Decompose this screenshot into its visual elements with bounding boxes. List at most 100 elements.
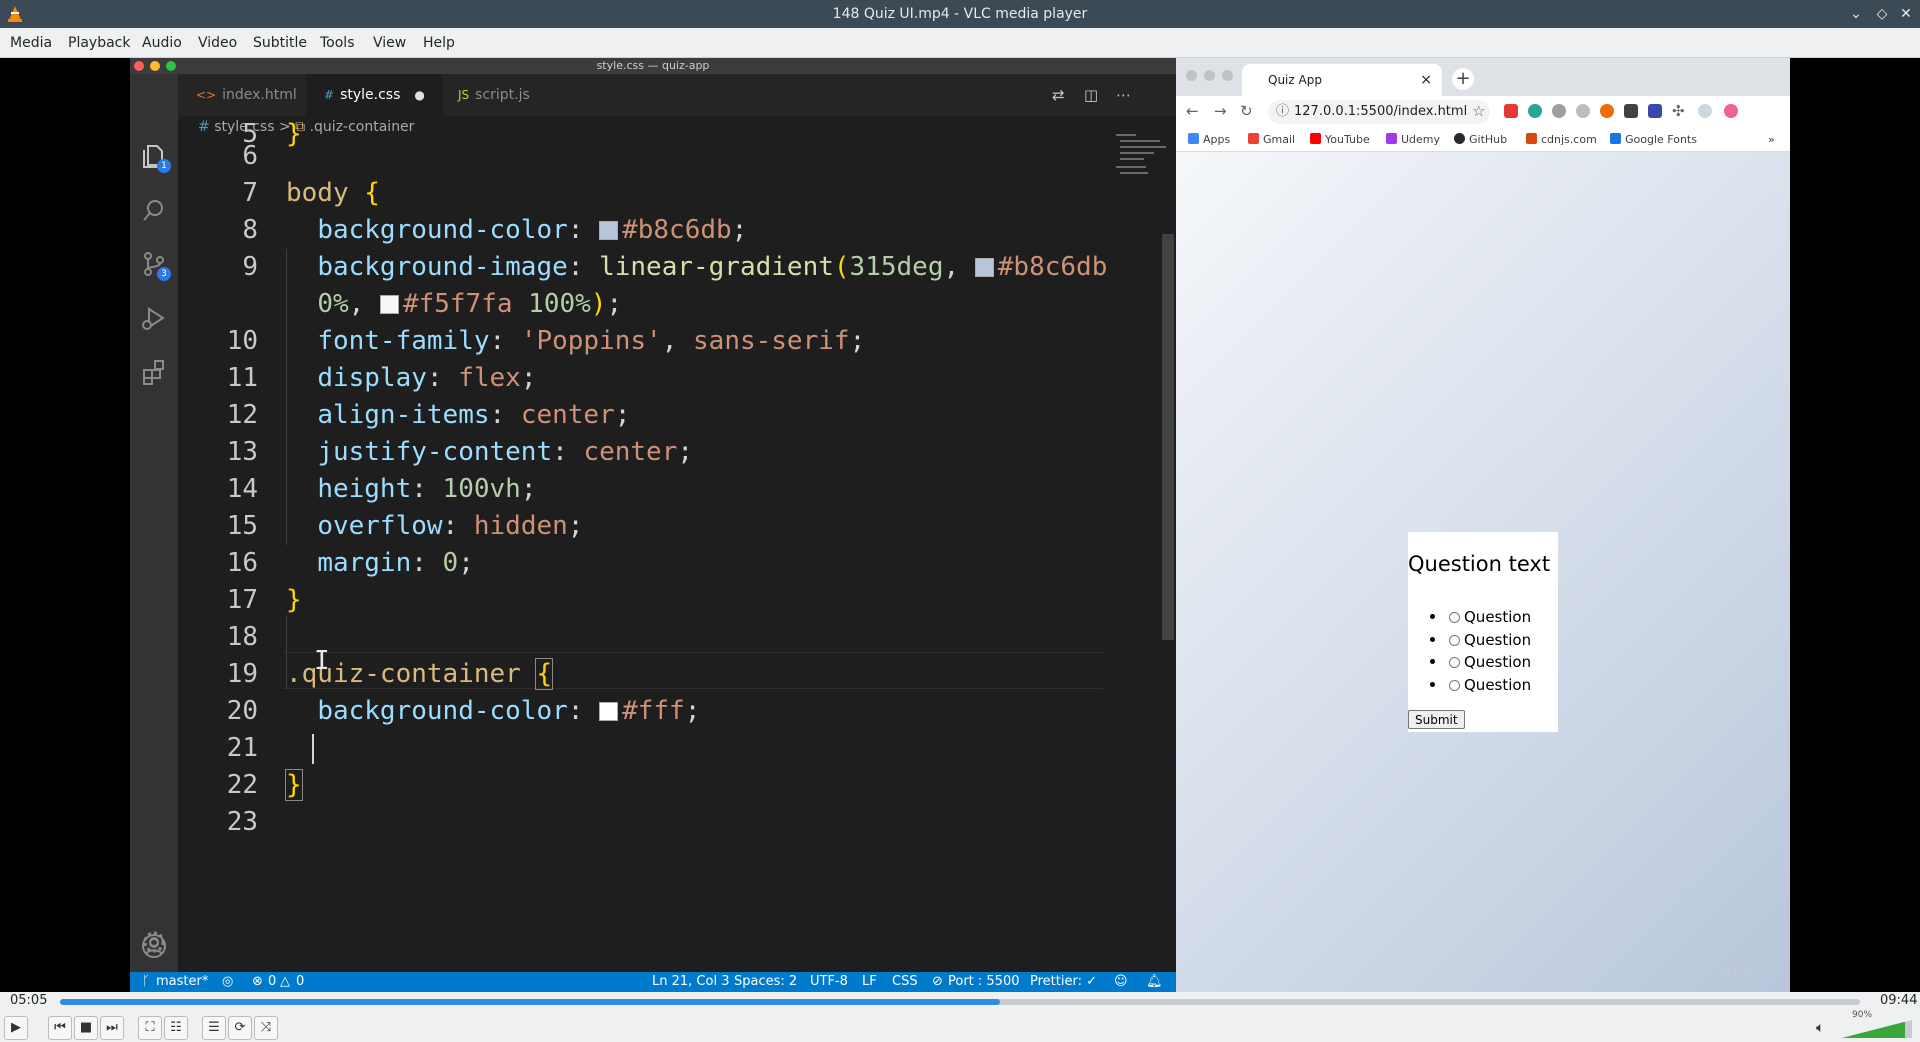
radio-button[interactable]	[1449, 634, 1460, 646]
menu-tools[interactable]: Tools	[320, 35, 355, 51]
menu-view[interactable]: View	[373, 35, 406, 51]
tab-style-css[interactable]: # style.css ●	[306, 74, 443, 116]
split-editor-icon[interactable]: ◫	[1084, 86, 1098, 104]
line-ending[interactable]: LF	[862, 972, 877, 992]
extension-icon[interactable]	[1648, 104, 1662, 118]
extensions-icon[interactable]	[140, 358, 168, 386]
feedback-icon[interactable]: ☺	[1114, 972, 1128, 992]
sync-icon[interactable]: ◎	[222, 972, 233, 992]
menu-subtitle[interactable]: Subtitle	[253, 35, 307, 51]
forward-icon[interactable]: →	[1214, 102, 1227, 120]
encoding[interactable]: UTF-8	[810, 972, 848, 992]
zoom-dot-icon[interactable]	[166, 61, 176, 71]
error-count[interactable]: 0	[268, 972, 276, 992]
close-dot-icon[interactable]	[1186, 70, 1197, 81]
play-icon[interactable]: ▶	[4, 1016, 28, 1040]
volume-slider[interactable]	[1842, 1020, 1912, 1038]
fullscreen-icon[interactable]: ⛶	[138, 1016, 162, 1040]
warning-count[interactable]: 0	[296, 972, 304, 992]
next-icon[interactable]: ⏭	[100, 1016, 124, 1040]
profile-avatar[interactable]	[1698, 104, 1712, 118]
submit-button[interactable]: Submit	[1408, 710, 1465, 729]
minimize-dot-icon[interactable]	[150, 61, 160, 71]
bookmark-cdnjs[interactable]: cdnjs.com	[1526, 128, 1597, 152]
bookmark-gmail[interactable]: Gmail	[1248, 128, 1295, 152]
search-icon[interactable]	[140, 196, 168, 224]
radio-button[interactable]	[1449, 657, 1460, 668]
tab-index-html[interactable]: <> index.html	[178, 74, 315, 116]
tab-script-js[interactable]: JS script.js	[440, 74, 548, 116]
bookmark-apps[interactable]: Apps	[1188, 128, 1230, 152]
shuffle-icon[interactable]: ⤨	[254, 1016, 278, 1040]
radio-button[interactable]	[1449, 679, 1460, 691]
extension-icon[interactable]	[1576, 104, 1590, 118]
breadcrumb-symbol[interactable]: .quiz-container	[310, 119, 415, 135]
notifications-icon[interactable]: 🔔︎	[1146, 972, 1163, 992]
puzzle-icon[interactable]: ✣	[1672, 102, 1685, 120]
bookmark-udemy[interactable]: Udemy	[1386, 128, 1440, 152]
restore-icon[interactable]: ◇	[1872, 4, 1892, 24]
menu-video[interactable]: Video	[198, 35, 237, 51]
code-editor[interactable]: 5} 6 7 body { 8 background-color: #b8c6db…	[178, 119, 1128, 976]
answer-item[interactable]: Question	[1430, 651, 1531, 674]
close-dot-icon[interactable]	[134, 61, 144, 71]
close-icon[interactable]: ✕	[1896, 4, 1916, 24]
color-swatch-icon[interactable]	[379, 295, 399, 314]
reload-icon[interactable]: ↻	[1240, 102, 1253, 120]
menu-playback[interactable]: Playback	[68, 35, 130, 51]
video-area[interactable]: style.css — quiz-app 1 3 <> index.html #…	[0, 58, 1920, 992]
menu-help[interactable]: Help	[423, 35, 455, 51]
editor-scrollbar[interactable]	[1162, 234, 1174, 640]
gear-icon[interactable]	[140, 928, 168, 956]
bookmark-google-fonts[interactable]: Google Fonts	[1610, 128, 1697, 152]
unsaved-dot-icon[interactable]: ●	[414, 88, 424, 102]
stop-icon[interactable]: ■	[74, 1016, 98, 1040]
branch-status[interactable]: master*	[156, 972, 208, 992]
live-server-port[interactable]: Port : 5500	[948, 972, 1020, 992]
bookmark-star-icon[interactable]: ☆	[1472, 102, 1485, 120]
address-bar[interactable]: ⓘ 127.0.0.1:5500/index.html	[1268, 100, 1490, 124]
indentation[interactable]: Spaces: 2	[734, 972, 797, 992]
extension-icon[interactable]	[1552, 104, 1566, 118]
total-time[interactable]: 09:44	[1880, 993, 1917, 1008]
color-swatch-icon[interactable]	[974, 258, 994, 277]
bookmark-youtube[interactable]: YouTube	[1310, 128, 1370, 152]
loop-icon[interactable]: ⟳	[228, 1016, 252, 1040]
extension-icon[interactable]	[1624, 104, 1638, 118]
bookmark-github[interactable]: GitHub	[1454, 128, 1507, 152]
source-control-icon[interactable]: 3	[140, 250, 171, 281]
minimize-icon[interactable]: ⌄	[1846, 4, 1866, 24]
back-icon[interactable]: ←	[1186, 102, 1199, 120]
extension-icon[interactable]	[1724, 104, 1738, 118]
answer-item[interactable]: Question	[1430, 629, 1531, 652]
elapsed-time[interactable]: 05:05	[10, 993, 47, 1008]
run-debug-icon[interactable]	[140, 304, 168, 332]
color-swatch-icon[interactable]	[599, 221, 619, 240]
more-bookmarks-icon[interactable]: »	[1768, 128, 1775, 152]
site-info-icon[interactable]: ⓘ	[1276, 100, 1289, 124]
answer-item[interactable]: Question	[1430, 606, 1531, 629]
previous-icon[interactable]: ⏮	[48, 1016, 72, 1040]
new-tab-button[interactable]: +	[1452, 68, 1474, 90]
extension-icon[interactable]	[1600, 104, 1614, 118]
extended-settings-icon[interactable]: ☷	[164, 1016, 188, 1040]
menu-media[interactable]: Media	[10, 35, 52, 51]
zoom-dot-icon[interactable]	[1222, 70, 1233, 81]
tab-close-icon[interactable]: ×	[1420, 64, 1432, 96]
menu-audio[interactable]: Audio	[142, 35, 182, 51]
radio-button[interactable]	[1449, 612, 1460, 623]
open-changes-icon[interactable]: ⇄	[1052, 86, 1065, 104]
browser-tab[interactable]: Quiz App ×	[1242, 64, 1442, 96]
minimize-dot-icon[interactable]	[1204, 70, 1215, 81]
language-mode[interactable]: CSS	[892, 972, 918, 992]
extension-icon[interactable]	[1528, 104, 1542, 118]
minimap[interactable]	[1116, 130, 1166, 176]
volume-icon[interactable]: 🔈︎	[1816, 1020, 1824, 1036]
playlist-icon[interactable]: ☰	[202, 1016, 226, 1040]
cursor-position[interactable]: Ln 21, Col 3	[652, 972, 729, 992]
seek-bar[interactable]	[60, 999, 1860, 1005]
answer-item[interactable]: Question	[1430, 674, 1531, 697]
prettier-status[interactable]: Prettier: ✓	[1030, 972, 1097, 992]
extension-icon[interactable]	[1504, 104, 1518, 118]
color-swatch-icon[interactable]	[599, 702, 619, 721]
